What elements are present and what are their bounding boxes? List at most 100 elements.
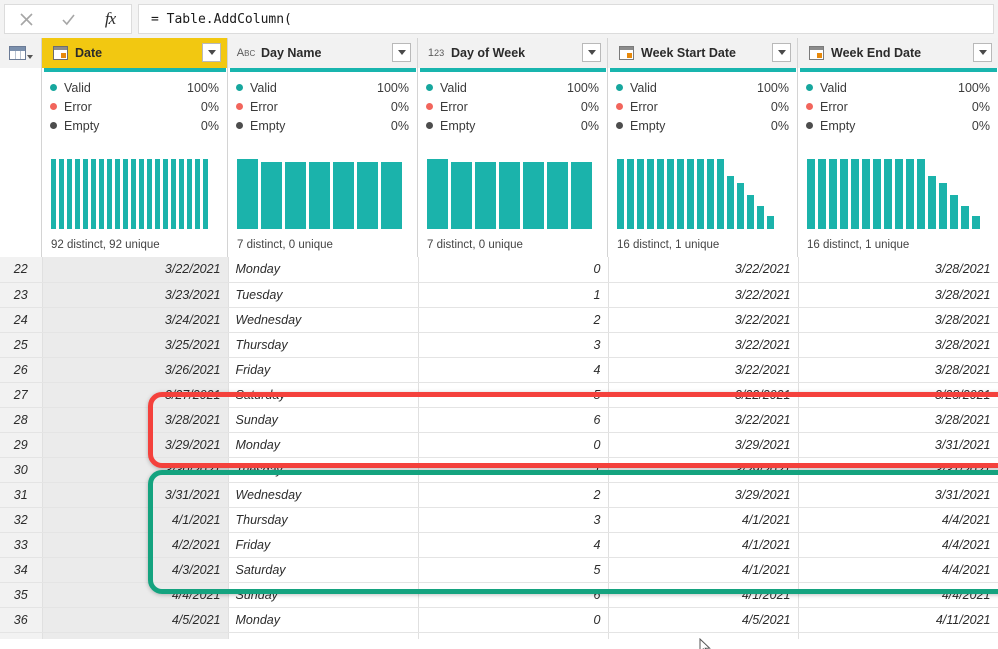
table-row[interactable]: 29 3/29/2021 Monday 0 3/29/2021 3/31/2021 [0,432,998,458]
column-header-week-start-date[interactable]: Week Start Date [608,38,798,68]
cell-date[interactable]: 3/31/2021 [42,482,229,508]
cell-day-of-week[interactable]: 5 [418,557,609,583]
cell-day-of-week[interactable]: 1 [418,282,609,308]
cell-week-start-date[interactable]: 3/29/2021 [608,482,799,508]
cell-week-start-date[interactable]: 4/1/2021 [608,507,799,533]
cell-date[interactable]: 4/2/2021 [42,532,229,558]
cell-week-end-date[interactable]: 4/11/2021 [798,607,998,633]
cell-day-of-week[interactable]: 6 [418,407,609,433]
cell-week-start-date[interactable]: 3/22/2021 [608,407,799,433]
cell-date[interactable]: 3/29/2021 [42,432,229,458]
cell-day-of-week[interactable]: 4 [418,357,609,383]
cell-week-start-date[interactable]: 3/22/2021 [608,382,799,408]
cell-date[interactable]: 4/3/2021 [42,557,229,583]
cell-day-name[interactable]: Monday [228,432,419,458]
cell-date[interactable]: 4/1/2021 [42,507,229,533]
cell-date[interactable]: 3/28/2021 [42,407,229,433]
cell-week-end-date[interactable]: 4/4/2021 [798,557,998,583]
value-distribution-histogram[interactable] [51,159,218,229]
table-row[interactable]: 22 3/22/2021 Monday 0 3/22/2021 3/28/2021 [0,257,998,283]
cell-day-name[interactable]: Sunday [228,407,419,433]
table-row[interactable]: 36 4/5/2021 Monday 0 4/5/2021 4/11/2021 [0,607,998,633]
cell-day-name[interactable]: Monday [228,607,419,633]
cell-date[interactable]: 3/25/2021 [42,332,229,358]
cell-week-start-date[interactable]: 3/22/2021 [608,257,799,283]
column-header-day-of-week[interactable]: 123 Day of Week [418,38,608,68]
table-row[interactable]: 32 4/1/2021 Thursday 3 4/1/2021 4/4/2021 [0,507,998,533]
table-row[interactable]: 24 3/24/2021 Wednesday 2 3/22/2021 3/28/2021 [0,307,998,333]
cell-day-name[interactable]: Monday [228,257,419,283]
cell-week-end-date[interactable]: 4/4/2021 [798,507,998,533]
cell-week-end-date[interactable]: 3/28/2021 [798,257,998,283]
cell-week-end-date[interactable]: 3/31/2021 [798,432,998,458]
cell-date[interactable]: 3/23/2021 [42,282,229,308]
cell-week-end-date[interactable]: 3/28/2021 [798,407,998,433]
close-icon[interactable] [7,5,45,33]
cell-date[interactable]: 3/24/2021 [42,307,229,333]
cell-day-name[interactable]: Saturday [228,557,419,583]
cell-day-name[interactable]: Wednesday [228,482,419,508]
cell-date[interactable]: 3/27/2021 [42,382,229,408]
cell-day-of-week[interactable]: 3 [418,507,609,533]
cell-day-of-week[interactable]: 6 [418,582,609,608]
cell-day-of-week[interactable]: 4 [418,532,609,558]
cell-day-name[interactable]: Thursday [228,332,419,358]
cell-week-end-date[interactable]: 3/28/2021 [798,382,998,408]
cell-week-start-date[interactable]: 4/5/2021 [608,607,799,633]
cell-day-of-week[interactable]: 0 [418,432,609,458]
table-row[interactable]: 27 3/27/2021 Saturday 5 3/22/2021 3/28/2021 [0,382,998,408]
data-preview-area[interactable]: 22 3/22/2021 Monday 0 3/22/2021 3/28/2021 23 3/… [0,257,998,649]
cell-day-name[interactable]: Saturday [228,382,419,408]
table-row[interactable]: 30 3/30/2021 Tuesday 1 3/29/2021 3/31/2021 [0,457,998,483]
cell-day-name[interactable]: Friday [228,532,419,558]
fx-icon[interactable]: fx [91,5,129,33]
value-distribution-histogram[interactable] [427,159,598,229]
cell-week-start-date[interactable]: 3/22/2021 [608,357,799,383]
cell-day-name[interactable]: Sunday [228,582,419,608]
formula-input[interactable]: = Table.AddColumn( [138,4,994,34]
value-distribution-histogram[interactable] [617,159,788,229]
cell-week-start-date[interactable]: 3/22/2021 [608,282,799,308]
cell-day-of-week[interactable]: 0 [418,607,609,633]
cell-date[interactable]: 3/30/2021 [42,457,229,483]
cell-day-of-week[interactable]: 0 [418,257,609,283]
table-row[interactable]: 26 3/26/2021 Friday 4 3/22/2021 3/28/2021 [0,357,998,383]
cell-week-end-date[interactable]: 3/31/2021 [798,457,998,483]
table-row[interactable]: 28 3/28/2021 Sunday 6 3/22/2021 3/28/2021 [0,407,998,433]
cell-day-name[interactable]: Friday [228,357,419,383]
table-row[interactable]: 23 3/23/2021 Tuesday 1 3/22/2021 3/28/2021 [0,282,998,308]
cell-week-end-date[interactable]: 3/31/2021 [798,482,998,508]
table-row[interactable]: 33 4/2/2021 Friday 4 4/1/2021 4/4/2021 [0,532,998,558]
cell-week-end-date[interactable]: 4/4/2021 [798,532,998,558]
cell-day-name[interactable]: Wednesday [228,307,419,333]
cell-day-name[interactable]: Thursday [228,507,419,533]
cell-day-of-week[interactable]: 5 [418,382,609,408]
filter-dropdown-week-end-date[interactable] [973,43,992,62]
cell-week-start-date[interactable]: 4/1/2021 [608,557,799,583]
cell-week-start-date[interactable]: 3/29/2021 [608,432,799,458]
cell-week-end-date[interactable]: 3/28/2021 [798,307,998,333]
cell-week-end-date[interactable]: 3/28/2021 [798,282,998,308]
table-row[interactable]: 35 4/4/2021 Sunday 6 4/1/2021 4/4/2021 [0,582,998,608]
table-row[interactable]: 31 3/31/2021 Wednesday 2 3/29/2021 3/31/2021 [0,482,998,508]
value-distribution-histogram[interactable] [807,159,989,229]
column-header-date[interactable]: Date [42,38,228,68]
column-header-day-name[interactable]: ABC Day Name [228,38,418,68]
value-distribution-histogram[interactable] [237,159,408,229]
filter-dropdown-date[interactable] [202,43,221,62]
table-row[interactable]: 34 4/3/2021 Saturday 5 4/1/2021 4/4/2021 [0,557,998,583]
filter-dropdown-day-of-week[interactable] [582,43,601,62]
filter-dropdown-week-start-date[interactable] [772,43,791,62]
cell-day-name[interactable]: Tuesday [228,457,419,483]
cell-day-of-week[interactable]: 2 [418,482,609,508]
cell-week-start-date[interactable]: 4/1/2021 [608,532,799,558]
column-header-week-end-date[interactable]: Week End Date [798,38,998,68]
cell-week-end-date[interactable]: 4/4/2021 [798,582,998,608]
cell-week-end-date[interactable]: 3/28/2021 [798,332,998,358]
cell-week-start-date[interactable]: 3/22/2021 [608,332,799,358]
cell-date[interactable]: 3/22/2021 [42,257,229,283]
check-icon[interactable] [49,5,87,33]
filter-dropdown-day-name[interactable] [392,43,411,62]
cell-week-start-date[interactable]: 3/29/2021 [608,457,799,483]
cell-day-name[interactable]: Tuesday [228,282,419,308]
